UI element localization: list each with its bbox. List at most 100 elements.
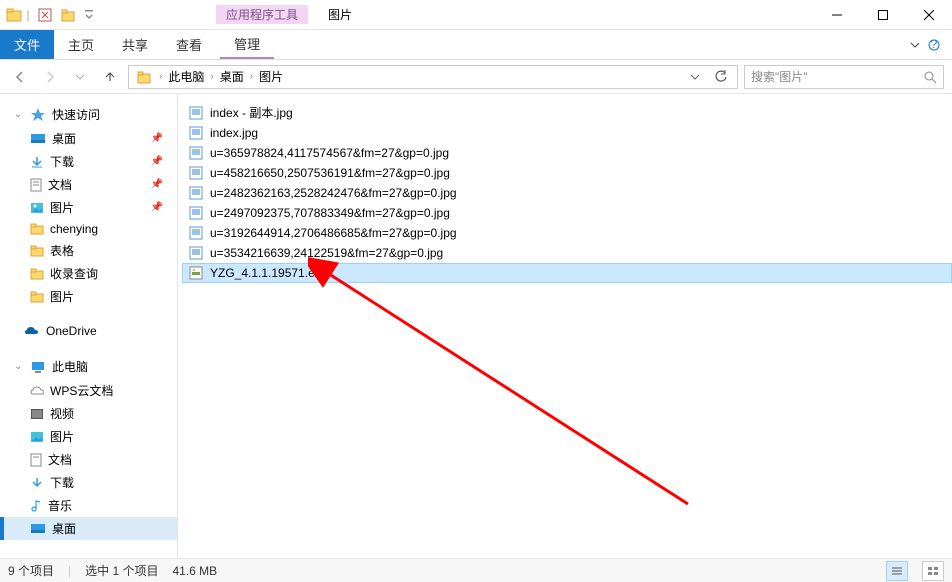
status-size: 41.6 MB [172, 564, 217, 578]
nav-recent-button[interactable] [68, 65, 92, 89]
navigation-pane[interactable]: ⌄ 快速访问 桌面📌 下载📌 文档📌 图片📌 chenying 表格 收录查询 … [0, 94, 178, 558]
folder-icon [30, 245, 44, 257]
nav-onedrive[interactable]: OneDrive [0, 320, 177, 342]
properties-icon[interactable] [34, 4, 56, 26]
help-icon[interactable]: ? [928, 39, 940, 51]
chevron-right-icon[interactable]: › [159, 71, 162, 82]
file-name: u=2497092375,707883349&fm=27&gp=0.jpg [210, 206, 450, 220]
ribbon-tab-file[interactable]: 文件 [0, 30, 54, 59]
address-dropdown-button[interactable] [683, 65, 707, 89]
file-row[interactable]: u=2497092375,707883349&fm=27&gp=0.jpg [182, 203, 952, 223]
breadcrumb[interactable]: › 此电脑 › 桌面 › 图片 [128, 65, 738, 89]
ribbon-tab-home[interactable]: 主页 [54, 30, 108, 59]
folder-icon [30, 268, 44, 280]
breadcrumb-pictures[interactable]: 图片 [255, 68, 287, 85]
nav-label: 快速访问 [52, 106, 100, 123]
nav-up-button[interactable] [98, 65, 122, 89]
nav-item-documents[interactable]: 文档📌 [0, 173, 177, 196]
breadcrumb-this-pc[interactable]: 此电脑 [164, 68, 208, 85]
file-name: u=3192644914,2706486685&fm=27&gp=0.jpg [210, 226, 457, 240]
file-name: u=2482362163,2528242476&fm=27&gp=0.jpg [210, 186, 457, 200]
details-view-button[interactable] [886, 561, 908, 581]
nav-this-pc[interactable]: ⌄ 此电脑 [0, 354, 177, 379]
onedrive-icon [24, 325, 40, 337]
nav-back-button[interactable] [8, 65, 32, 89]
folder-icon [30, 291, 44, 303]
desktop-icon [30, 523, 46, 535]
nav-item-documents2[interactable]: 文档 [0, 448, 177, 471]
chevron-right-icon[interactable]: › [250, 71, 253, 82]
quick-access-toolbar: | [0, 4, 96, 26]
chevron-right-icon[interactable]: › [210, 71, 213, 82]
chevron-down-icon[interactable]: ⌄ [14, 361, 24, 372]
nav-item-records[interactable]: 收录查询 [0, 262, 177, 285]
file-name: u=458216650,2507536191&fm=27&gp=0.jpg [210, 166, 450, 180]
nav-item-tables[interactable]: 表格 [0, 239, 177, 262]
chevron-down-icon[interactable]: ⌄ [14, 109, 24, 120]
nav-item-downloads2[interactable]: 下载 [0, 471, 177, 494]
maximize-button[interactable] [860, 0, 906, 30]
video-icon [30, 408, 44, 420]
image-file-icon [188, 225, 204, 241]
cloud-icon [30, 385, 44, 397]
refresh-button[interactable] [709, 65, 733, 89]
status-selected: 选中 1 个项目 [85, 562, 158, 579]
nav-quick-access[interactable]: ⌄ 快速访问 [0, 102, 177, 127]
image-file-icon [188, 165, 204, 181]
search-input[interactable] [751, 70, 917, 84]
file-list[interactable]: index - 副本.jpg index.jpg u=365978824,411… [178, 94, 952, 558]
nav-item-desktop[interactable]: 桌面📌 [0, 127, 177, 150]
desktop-icon [30, 133, 46, 145]
pictures-icon [30, 202, 44, 214]
status-item-count: 9 个项目 [8, 562, 54, 579]
pin-icon: 📌 [151, 202, 163, 213]
file-row-selected[interactable]: YZG_4.1.1.19571.exe [182, 263, 952, 283]
file-name: index - 副本.jpg [210, 104, 293, 121]
breadcrumb-icon [133, 70, 157, 84]
download-icon [30, 476, 44, 490]
exe-file-icon [188, 265, 204, 281]
nav-forward-button[interactable] [38, 65, 62, 89]
nav-item-chenying[interactable]: chenying [0, 219, 177, 239]
ribbon-tab-view[interactable]: 查看 [162, 30, 216, 59]
nav-item-wps[interactable]: WPS云文档 [0, 379, 177, 402]
search-box[interactable] [744, 65, 944, 89]
image-file-icon [188, 185, 204, 201]
qat-dropdown-icon[interactable] [82, 4, 96, 26]
breadcrumb-desktop[interactable]: 桌面 [216, 68, 248, 85]
file-row[interactable]: index - 副本.jpg [182, 102, 952, 123]
nav-item-music[interactable]: 音乐 [0, 494, 177, 517]
file-row[interactable]: u=3192644914,2706486685&fm=27&gp=0.jpg [182, 223, 952, 243]
ribbon-expand[interactable]: ? [904, 30, 952, 59]
image-file-icon [188, 145, 204, 161]
annotation-arrow [308, 254, 708, 534]
nav-item-videos[interactable]: 视频 [0, 402, 177, 425]
app-tools-tab[interactable]: 应用程序工具 [216, 5, 308, 24]
file-row[interactable]: index.jpg [182, 123, 952, 143]
this-pc-icon [30, 360, 46, 374]
music-icon [30, 499, 42, 513]
ribbon-tab-manage[interactable]: 管理 [220, 30, 274, 59]
image-file-icon [188, 125, 204, 141]
folder-icon [30, 223, 44, 235]
nav-item-pictures[interactable]: 图片📌 [0, 196, 177, 219]
file-row[interactable]: u=365978824,4117574567&fm=27&gp=0.jpg [182, 143, 952, 163]
file-name: YZG_4.1.1.19571.exe [210, 266, 327, 280]
chevron-down-icon [910, 40, 920, 50]
nav-item-pictures2[interactable]: 图片 [0, 285, 177, 308]
nav-item-downloads[interactable]: 下载📌 [0, 150, 177, 173]
nav-item-pictures3[interactable]: 图片 [0, 425, 177, 448]
icons-view-button[interactable] [922, 561, 944, 581]
status-bar: 9 个项目 | 选中 1 个项目 41.6 MB [0, 558, 952, 582]
pin-icon: 📌 [151, 133, 163, 144]
document-icon [30, 453, 42, 467]
image-file-icon [188, 205, 204, 221]
file-row[interactable]: u=458216650,2507536191&fm=27&gp=0.jpg [182, 163, 952, 183]
new-folder-icon[interactable] [58, 4, 80, 26]
ribbon-tab-share[interactable]: 共享 [108, 30, 162, 59]
file-row[interactable]: u=2482362163,2528242476&fm=27&gp=0.jpg [182, 183, 952, 203]
file-row[interactable]: u=3534216639,24122519&fm=27&gp=0.jpg [182, 243, 952, 263]
nav-item-desktop2[interactable]: 桌面 [0, 517, 177, 540]
close-button[interactable] [906, 0, 952, 30]
minimize-button[interactable] [814, 0, 860, 30]
